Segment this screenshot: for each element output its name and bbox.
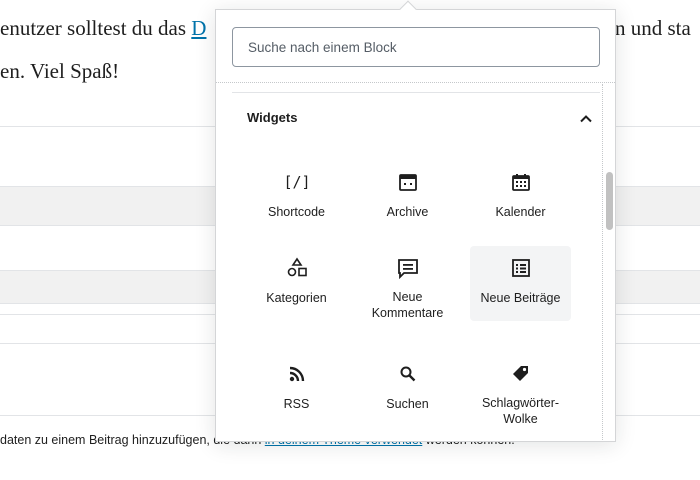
block-search bbox=[232, 27, 600, 67]
block-archive[interactable]: Archive bbox=[357, 160, 458, 235]
block-inserter-popover: Widgets [/] Shortcode Archive bbox=[215, 0, 616, 442]
scrollbar-thumb[interactable] bbox=[606, 172, 613, 230]
archive-icon bbox=[396, 170, 420, 194]
search-icon bbox=[396, 362, 420, 386]
block-calendar[interactable]: Kalender bbox=[470, 160, 571, 235]
list-icon bbox=[509, 256, 533, 280]
editor-paragraph-line-2: en. Viel Spaß! bbox=[0, 59, 120, 83]
calendar-icon bbox=[509, 170, 533, 194]
block-search[interactable]: Suchen bbox=[357, 352, 458, 427]
paragraph-link[interactable]: D bbox=[191, 16, 206, 40]
editor-paragraph-line-1-right: n und sta bbox=[615, 16, 691, 40]
block-latest-comments[interactable]: Neue Kommentare bbox=[357, 246, 458, 321]
block-latest-posts[interactable]: Neue Beiträge bbox=[470, 246, 571, 321]
popover-arrow bbox=[399, 0, 417, 18]
block-tag-cloud[interactable]: Schlagwörter-Wolke bbox=[470, 352, 571, 427]
block-search-input[interactable] bbox=[232, 27, 600, 67]
comment-icon bbox=[396, 256, 420, 279]
widgets-block-grid: [/] Shortcode Archive Kalender bbox=[216, 83, 615, 441]
rss-icon bbox=[285, 362, 309, 386]
svg-text:[/]: [/] bbox=[286, 173, 308, 191]
tag-icon bbox=[509, 362, 533, 385]
paragraph-text: enutzer solltest du das bbox=[0, 16, 192, 40]
results-scrollbar[interactable] bbox=[602, 84, 616, 440]
block-rss[interactable]: RSS bbox=[246, 352, 347, 427]
editor-paragraph-line-1: enutzer solltest du das D bbox=[0, 16, 206, 41]
shortcode-icon: [/] bbox=[285, 170, 309, 194]
block-categories[interactable]: Kategorien bbox=[246, 246, 347, 321]
block-results: Widgets [/] Shortcode Archive bbox=[216, 82, 615, 441]
block-shortcode[interactable]: [/] Shortcode bbox=[246, 160, 347, 235]
categories-icon bbox=[285, 256, 309, 280]
